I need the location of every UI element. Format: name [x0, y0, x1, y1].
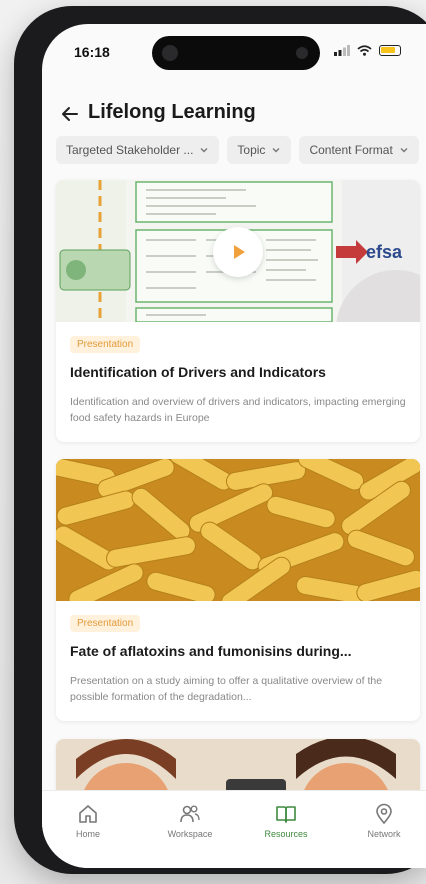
content-type-badge: Presentation — [70, 336, 141, 353]
tab-label: Workspace — [167, 829, 213, 839]
status-icons — [334, 45, 401, 56]
status-time: 16:18 — [74, 44, 110, 60]
page-header: Lifelong Learning — [42, 94, 426, 134]
filter-label: Topic — [237, 143, 266, 157]
filter-topic[interactable]: Topic — [227, 136, 292, 164]
filter-content-format[interactable]: Content Format — [299, 136, 419, 164]
chevron-down-icon — [200, 148, 208, 153]
play-icon — [234, 245, 245, 259]
chevron-down-icon — [272, 148, 280, 153]
filter-bar: Targeted Stakeholder ... Topic Content F… — [56, 136, 419, 164]
back-arrow-icon[interactable] — [58, 102, 82, 126]
tab-home[interactable]: Home — [48, 803, 128, 839]
home-icon — [79, 805, 97, 823]
location-pin-icon — [376, 803, 392, 825]
filter-label: Targeted Stakeholder ... — [66, 143, 194, 157]
resource-card[interactable]: efsa Presentation Identification of Driv… — [56, 180, 420, 442]
phone-frame: 16:18 Lifelong Learning Targeted Stakeho… — [14, 6, 426, 874]
card-thumbnail: efsa — [56, 180, 420, 322]
tab-resources[interactable]: Resources — [246, 803, 326, 839]
resource-card[interactable]: Presentation Fate of aflatoxins and fumo… — [56, 459, 420, 721]
users-icon — [180, 805, 200, 823]
tab-label: Resources — [264, 829, 308, 839]
filter-label: Content Format — [309, 143, 393, 157]
bottom-tab-bar: Home Workspace Resources Network — [42, 790, 426, 868]
tab-network[interactable]: Network — [344, 803, 424, 839]
tab-workspace[interactable]: Workspace — [150, 803, 230, 839]
app-screen: 16:18 Lifelong Learning Targeted Stakeho… — [42, 24, 426, 868]
page-title: Lifelong Learning — [88, 101, 256, 123]
card-thumbnail — [56, 459, 420, 601]
wifi-icon — [357, 45, 372, 56]
status-bar: 16:18 — [42, 24, 426, 82]
tab-label: Home — [75, 829, 100, 839]
island-camera — [162, 45, 178, 61]
card-description: Presentation on a study aiming to offer … — [70, 675, 383, 703]
island-sensor — [296, 47, 308, 59]
thumb-logo-text: efsa — [366, 242, 403, 262]
pasta-image — [56, 459, 420, 601]
tab-label: Network — [367, 829, 401, 839]
card-title: Identification of Drivers and Indicators — [70, 364, 326, 380]
filter-stakeholder[interactable]: Targeted Stakeholder ... — [56, 136, 220, 164]
book-icon — [276, 806, 296, 823]
dynamic-island — [152, 36, 320, 70]
battery-icon — [379, 45, 401, 56]
play-button[interactable] — [213, 227, 263, 277]
chevron-down-icon — [400, 148, 408, 153]
card-title: Fate of aflatoxins and fumonisins during… — [70, 643, 352, 659]
signal-icon — [334, 45, 350, 56]
card-description: Identification and overview of drivers a… — [70, 396, 406, 424]
content-type-badge: Presentation — [70, 615, 141, 632]
